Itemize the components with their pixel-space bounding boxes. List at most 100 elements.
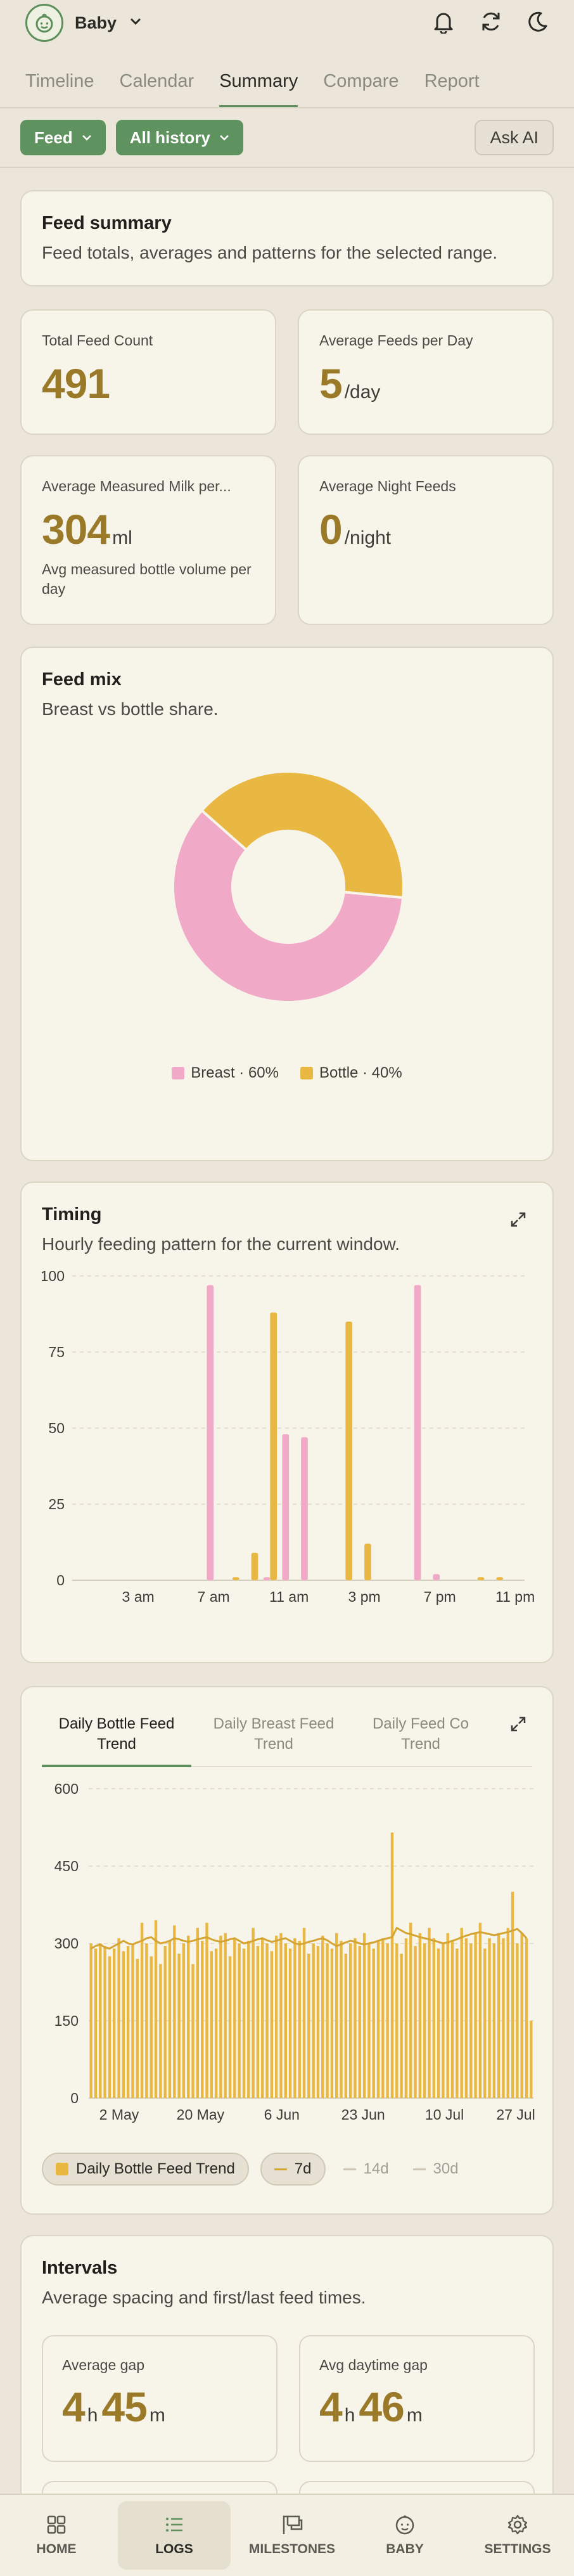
trend-bar [520,1933,523,2098]
trend-bar [326,1943,329,2098]
trend-card: Daily Bottle Feed Trend Daily Breast Fee… [20,1686,554,2215]
trend-bar [460,1928,463,2098]
trend-bar [478,1922,482,2098]
filter-divider [0,167,574,168]
tab-daily-breast-feed-trend[interactable]: Daily Breast Feed Trend [191,1706,356,1766]
trend-bar [316,1946,320,2098]
trend-bar [488,1938,491,2098]
bar-breast [301,1437,308,1580]
trend-bar [99,1943,102,2098]
y-tick-label: 75 [48,1344,65,1360]
feed-type-dropdown[interactable]: Feed [20,120,106,155]
trend-tabs: Daily Bottle Feed Trend Daily Breast Fee… [42,1706,532,1767]
x-tick-label: 6 Jun [264,2106,300,2123]
chip-label: 30d [433,2160,459,2177]
intervals-title: Intervals [42,2258,118,2278]
nav-logs[interactable]: LOGS [118,2501,231,2570]
nav-home[interactable]: HOME [0,2495,113,2576]
legend-bottle[interactable]: Bottle · 40% [300,1064,402,1082]
avg-14d-chip[interactable]: 14d [337,2160,395,2178]
trend-bar [395,1943,399,2098]
trend-bar [354,1938,357,2098]
trend-bar [122,1951,125,2098]
trend-bar [530,2021,533,2098]
stat-value: 491 [42,360,110,407]
trend-bar [117,1938,120,2098]
trend-bar [196,1928,200,2098]
nav-settings[interactable]: SETTINGS [461,2495,574,2576]
trend-bar [381,1938,385,2098]
nav-label: BABY [386,2542,424,2556]
average-gap-card: Average gap 4 h45 m [42,2335,277,2462]
tab-daily-bottle-feed-trend[interactable]: Daily Bottle Feed Trend [42,1706,191,1767]
legend-breast[interactable]: Breast · 60% [172,1064,279,1082]
tab-timeline[interactable]: Timeline [25,63,94,108]
trend-bar [432,1938,435,2098]
avg-30d-chip[interactable]: 30d [407,2160,465,2178]
bar-breast [263,1577,271,1580]
trend-bar [288,1948,292,2098]
x-tick-label: 7 pm [424,1588,456,1605]
nav-baby[interactable]: BABY [348,2495,461,2576]
expand-icon[interactable] [509,1211,527,1232]
ask-ai-button[interactable]: Ask AI [475,120,554,155]
baby-selector-label[interactable]: Baby [75,13,117,33]
trend-bar [423,1943,426,2098]
unit-m: m [149,2405,165,2426]
x-tick-label: 3 am [122,1588,155,1605]
nav-label: HOME [36,2542,77,2556]
x-tick-label: 2 May [99,2106,139,2123]
trend-bar [154,1920,158,2098]
refresh-icon[interactable] [479,10,503,37]
baby-logo-icon [25,4,63,42]
app-header: Baby [0,0,574,46]
trend-bar [321,1935,324,2098]
tabs-divider [0,107,574,108]
trend-bar [163,1946,167,2098]
trend-bar [446,1933,449,2098]
avg-7d-chip[interactable]: 7d [260,2153,326,2186]
dark-mode-moon-icon[interactable] [527,11,549,35]
expand-icon[interactable] [509,1715,527,1736]
tab-calendar[interactable]: Calendar [120,63,195,108]
trend-bar [200,1940,204,2098]
trend-bar [302,1928,306,2098]
unit-h: h [87,2405,98,2426]
trend-bar [214,1948,218,2098]
trend-bar [298,1940,301,2098]
stat-unit: /night [344,527,392,548]
nav-label: MILESTONES [248,2542,336,2556]
tab-summary[interactable]: Summary [219,63,298,108]
trend-bar [228,1956,232,2098]
gap-hours: 4 [62,2383,86,2430]
stat-unit: /day [344,382,381,402]
bar-breast [414,1285,421,1580]
trend-bar [233,1938,236,2098]
series-toggle-chip[interactable]: Daily Bottle Feed Trend [42,2153,249,2186]
chevron-down-icon [219,135,229,141]
range-dropdown[interactable]: All history [115,120,243,155]
nav-milestones[interactable]: MILESTONES [236,2495,348,2576]
intervals-card: Intervals Average spacing and first/last… [20,2235,554,2527]
trend-bar [469,1943,473,2098]
chevron-down-icon[interactable] [129,17,142,29]
x-tick-label: 23 Jun [341,2106,385,2123]
trend-bar [265,1943,269,2098]
bell-icon[interactable] [432,10,455,37]
trend-bar [502,1938,505,2098]
trend-bar [511,1891,514,2098]
x-tick-label: 11 am [269,1588,309,1605]
gap-minutes: 46 [359,2383,404,2430]
trend-bar [386,1943,389,2098]
tab-report[interactable]: Report [424,63,480,108]
trend-bar [131,1943,134,2098]
stat-label: Total Feed Count [42,332,153,349]
tab-compare[interactable]: Compare [323,63,399,108]
bar-breast [433,1574,440,1580]
tab-daily-feed-count-trend[interactable]: Daily Feed Co Trend [356,1706,504,1766]
unit-h: h [344,2405,355,2426]
gear-icon [507,2515,528,2535]
timing-card: Timing Hourly feeding pattern for the cu… [20,1182,554,1663]
trend-bar [108,1956,112,2098]
bar-bottle [345,1322,353,1580]
